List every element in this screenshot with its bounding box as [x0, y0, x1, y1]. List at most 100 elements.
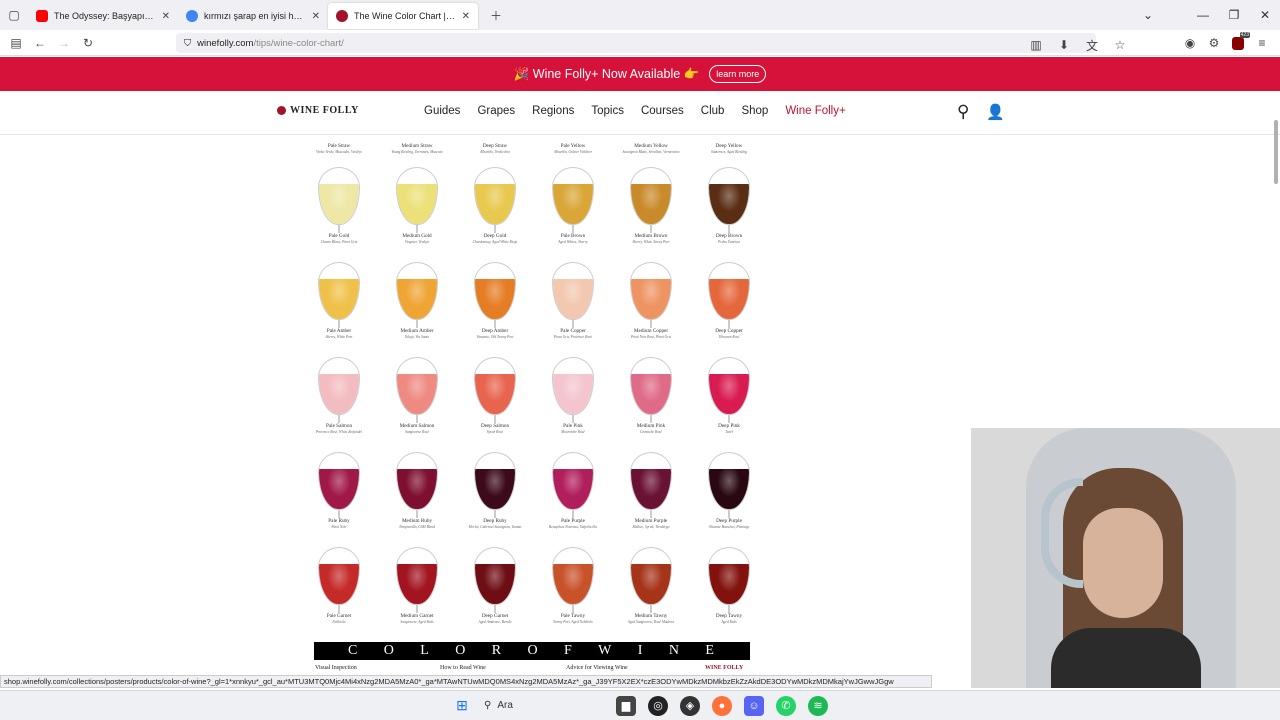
poster-caption-how-to-read: How to Read Wine — [440, 665, 486, 671]
reader-view-icon[interactable]: ▥ — [1024, 33, 1048, 57]
color-name: Pale Gold — [328, 233, 350, 239]
wine-fill — [553, 278, 593, 319]
site-security-icon[interactable]: ⛉ — [184, 38, 191, 49]
maximize-icon[interactable]: ❐ — [1219, 0, 1249, 30]
wine-glass-swatch: Pale Gold Chenin Blanc, Pinot Gris — [300, 167, 378, 262]
file-explorer-icon[interactable]: ▆ — [616, 695, 636, 716]
wine-glass-swatch: Pale Salmon Provence Rosé, White Zinfande… — [300, 357, 378, 452]
new-tab-icon[interactable]: ＋ — [484, 3, 508, 27]
save-to-pocket-icon[interactable]: ⬇ — [1052, 33, 1076, 57]
nav-courses[interactable]: Courses — [641, 105, 684, 117]
color-name: Medium Brown — [634, 233, 668, 239]
site-header: WINE FOLLY Guides Grapes Regions Topics … — [0, 91, 1280, 135]
wine-glass — [474, 452, 516, 518]
wine-fill — [319, 373, 359, 414]
user-icon[interactable]: 👤 — [986, 103, 1005, 121]
wine-fill — [397, 563, 437, 604]
ublock-extension-icon[interactable]: 423 — [1226, 31, 1250, 55]
banner-letter: N — [668, 643, 681, 658]
wine-glass-swatch: Deep Garnet Aged Amarone, Barolo — [456, 547, 534, 642]
wine-fill — [553, 468, 593, 509]
wine-glass-swatch: Medium Gold Viognier, Verdejo — [378, 167, 456, 262]
grape-examples: Tibouren Rosé — [718, 335, 740, 339]
translate-icon[interactable]: 文 — [1080, 33, 1104, 57]
grape-examples: Tavel — [725, 430, 733, 434]
nav-club[interactable]: Club — [701, 105, 725, 117]
color-name: Deep Straw — [482, 143, 508, 149]
reload-icon[interactable]: ↻ — [76, 31, 100, 55]
webcam-overlay — [971, 428, 1280, 688]
color-of-wine-banner[interactable]: COLOROFWINE — [314, 642, 750, 660]
main-nav: Guides Grapes Regions Topics Courses Clu… — [424, 105, 846, 117]
banner-letter: I — [637, 643, 645, 658]
address-bar[interactable]: ⛉ winefolly.com/tips/wine-color-chart/ — [176, 33, 1096, 53]
grape-examples: Tawny Port, Aged Nebbiolo — [553, 620, 593, 624]
top-color-label: Deep Straw Albariño, Verdicchio — [456, 143, 534, 163]
menu-icon[interactable]: ≡ — [1250, 31, 1274, 55]
search-icon[interactable]: ⚲ — [957, 102, 969, 122]
nav-grapes[interactable]: Grapes — [477, 105, 515, 117]
wine-glass-swatch: Pale Purple Beaujolais Nouveau, Valpolice… — [534, 452, 612, 547]
wine-glass — [396, 167, 438, 233]
color-name: Pale Copper — [560, 328, 586, 334]
minimize-icon[interactable]: — — [1188, 0, 1218, 30]
wine-glass-swatch: Medium Purple Malbec, Syrah, Teroldego — [612, 452, 690, 547]
taskbar-search-label: Ara — [497, 700, 513, 711]
forward-icon[interactable]: → — [52, 31, 76, 55]
obs-icon[interactable]: ◎ — [648, 695, 668, 716]
close-tab-icon[interactable]: ✕ — [462, 11, 470, 22]
tab-odyssey[interactable]: The Odyssey: Başyapıt mı, Fiyasko ✕ — [28, 3, 178, 29]
taskbar-search[interactable]: ⚲ Ara — [484, 696, 604, 716]
grape-examples: Tokaji, Vin Santo — [404, 335, 430, 339]
whatsapp-icon[interactable]: ✆ — [776, 695, 796, 716]
wine-glass — [552, 167, 594, 233]
back-icon[interactable]: ← — [28, 31, 52, 55]
learn-more-button[interactable]: learn more — [709, 65, 767, 83]
banner-letter: L — [420, 643, 431, 658]
wine-glass-swatch: Deep Salmon Syrah Rosé — [456, 357, 534, 452]
close-tab-icon[interactable]: ✕ — [162, 11, 170, 22]
close-tab-icon[interactable]: ✕ — [312, 11, 320, 22]
grape-examples: Aged Whites, Sherry — [558, 240, 588, 244]
nav-wine-folly-plus[interactable]: Wine Folly+ — [785, 105, 845, 117]
site-logo[interactable]: WINE FOLLY — [277, 105, 359, 116]
sidebar-icon[interactable]: ▤ — [4, 31, 28, 55]
account-icon[interactable]: ◉ — [1178, 31, 1202, 55]
nav-shop[interactable]: Shop — [741, 105, 768, 117]
grape-examples: Pinot Noir — [331, 525, 347, 529]
wine-fill — [631, 278, 671, 319]
grape-examples: Young Riesling, Torrontés, Muscato — [391, 150, 443, 154]
color-name: Medium Tawny — [634, 613, 668, 619]
discord-icon[interactable]: ☺ — [744, 695, 764, 716]
wine-fill — [319, 468, 359, 509]
wine-glass — [396, 547, 438, 613]
tab-wine-folly[interactable]: The Wine Color Chart | Wine Fo ✕ — [328, 3, 478, 29]
color-name: Deep Brown — [715, 233, 743, 239]
bookmark-star-icon[interactable]: ☆ — [1108, 33, 1132, 57]
grape-examples: Sherry, White Port — [325, 335, 353, 339]
color-name: Deep Garnet — [481, 613, 509, 619]
grape-examples: Albariño, Verdicchio — [480, 150, 510, 154]
extensions-icon[interactable]: ⚙ — [1202, 31, 1226, 55]
tab-google[interactable]: kırmızı şarap en iyisi hangisi - G ✕ — [178, 3, 328, 29]
nav-topics[interactable]: Topics — [591, 105, 624, 117]
tab-overflow-icon[interactable]: ⌄ — [1133, 0, 1163, 30]
color-name: Pale Amber — [326, 328, 352, 334]
wine-glass — [474, 262, 516, 328]
app-icon[interactable]: ◈ — [680, 695, 700, 716]
grape-examples: Aged Reds — [721, 620, 737, 624]
wine-glass-swatch: Deep Amber Vinsanto, Old Tawny Port — [456, 262, 534, 357]
grape-examples: Albariño, Grüner Veltliner — [553, 150, 593, 154]
spotify-icon[interactable]: ≋ — [808, 695, 828, 716]
wine-glass — [318, 547, 360, 613]
wine-fill — [319, 278, 359, 319]
page-scrollbar[interactable] — [1274, 120, 1278, 184]
firefox-icon[interactable]: ● — [712, 695, 732, 716]
wine-fill — [709, 563, 749, 604]
nav-guides[interactable]: Guides — [424, 105, 460, 117]
nav-regions[interactable]: Regions — [532, 105, 574, 117]
close-window-icon[interactable]: ✕ — [1250, 0, 1280, 30]
person-shirt — [1051, 628, 1201, 688]
windows-start-icon[interactable]: ⊞ — [452, 696, 472, 716]
tab-list-icon[interactable]: ▢ — [0, 3, 28, 27]
